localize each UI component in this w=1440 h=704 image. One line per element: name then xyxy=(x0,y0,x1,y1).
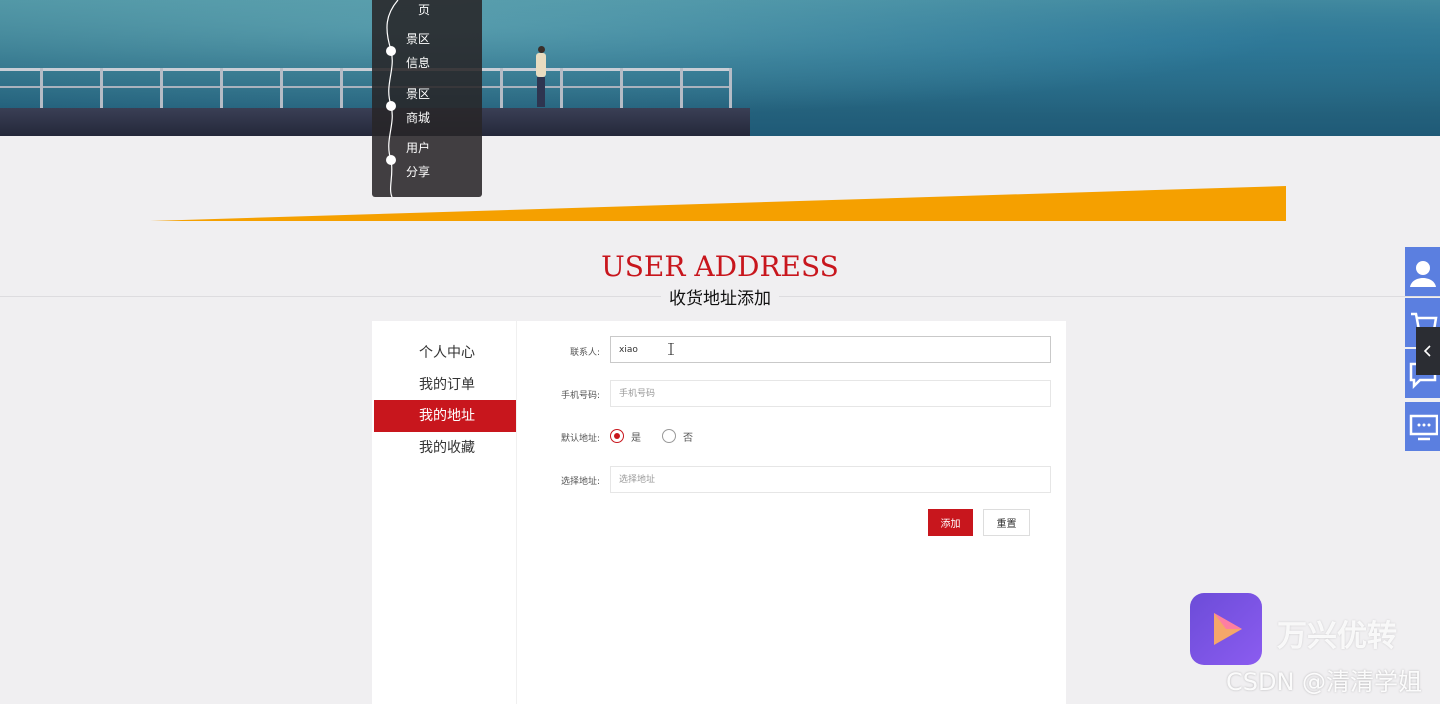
pier-post xyxy=(500,68,503,110)
wondershare-logo-icon xyxy=(1190,593,1262,665)
nav-item-user-share[interactable]: 用户 xyxy=(406,136,446,160)
phone-input[interactable] xyxy=(610,380,1051,407)
nav-item-user-share-2[interactable]: 分享 xyxy=(406,160,446,184)
page-title-en: USER ADDRESS xyxy=(601,250,839,283)
pier-post xyxy=(160,68,163,110)
monitor-icon[interactable] xyxy=(1405,402,1440,451)
add-button[interactable]: 添加 xyxy=(928,509,973,536)
reset-button[interactable]: 重置 xyxy=(983,509,1030,536)
default-address-label: 默认地址: xyxy=(560,434,600,444)
nav-dot xyxy=(386,46,396,56)
person-figure xyxy=(535,46,547,108)
pier-post xyxy=(220,68,223,110)
menu-item-user-center[interactable]: 个人中心 xyxy=(374,337,516,369)
side-nav: 页 景区 信息 景区 商城 用户 分享 xyxy=(372,0,482,197)
select-address-label: 选择地址: xyxy=(560,477,600,487)
contact-input[interactable] xyxy=(610,336,1051,363)
nav-item-scenic-mall[interactable]: 景区 xyxy=(406,82,446,106)
pier-post xyxy=(280,68,283,110)
radio-yes-label[interactable]: 是 xyxy=(631,429,641,444)
user-menu: 个人中心 我的订单 我的地址 我的收藏 xyxy=(372,321,517,704)
text-cursor-icon xyxy=(668,343,674,355)
user-icon[interactable] xyxy=(1405,247,1440,296)
pier-post xyxy=(560,68,563,110)
nav-dot xyxy=(386,155,396,165)
phone-label: 手机号码: xyxy=(560,391,600,401)
nav-item-scenic-info[interactable]: 景区 xyxy=(406,27,446,51)
pier-post xyxy=(729,68,732,110)
decorative-stripe xyxy=(150,186,1286,221)
pier-post xyxy=(620,68,623,110)
watermark-app-name: 万兴优转 xyxy=(1277,619,1397,654)
default-address-radio-group: 是 否 xyxy=(610,426,714,446)
chevron-left-icon[interactable] xyxy=(1416,327,1440,375)
watermark-csdn: CSDN @清清学姐 xyxy=(1226,668,1423,696)
menu-item-my-orders[interactable]: 我的订单 xyxy=(374,369,516,401)
menu-item-my-favorites[interactable]: 我的收藏 xyxy=(374,432,516,464)
pier-post xyxy=(340,68,343,110)
page-title-cn: 收货地址添加 xyxy=(661,284,779,309)
pier-post xyxy=(680,68,683,110)
radio-no-label[interactable]: 否 xyxy=(683,429,693,444)
header-banner xyxy=(0,0,1440,136)
radio-no[interactable] xyxy=(662,429,676,443)
nav-item-home-label[interactable]: 页 xyxy=(418,0,458,22)
menu-item-my-address[interactable]: 我的地址 xyxy=(374,400,516,432)
radio-yes[interactable] xyxy=(610,429,624,443)
contact-label: 联系人: xyxy=(569,348,600,358)
pier-post xyxy=(40,68,43,110)
nav-item-scenic-mall-2[interactable]: 商城 xyxy=(406,106,446,130)
nav-dot xyxy=(386,101,396,111)
address-select-input[interactable] xyxy=(610,466,1051,493)
pier-post xyxy=(100,68,103,110)
nav-item-scenic-info-2[interactable]: 信息 xyxy=(406,51,446,75)
address-card: 个人中心 我的订单 我的地址 我的收藏 联系人: 手机号码: 默认地址: 是 否… xyxy=(372,321,1066,704)
